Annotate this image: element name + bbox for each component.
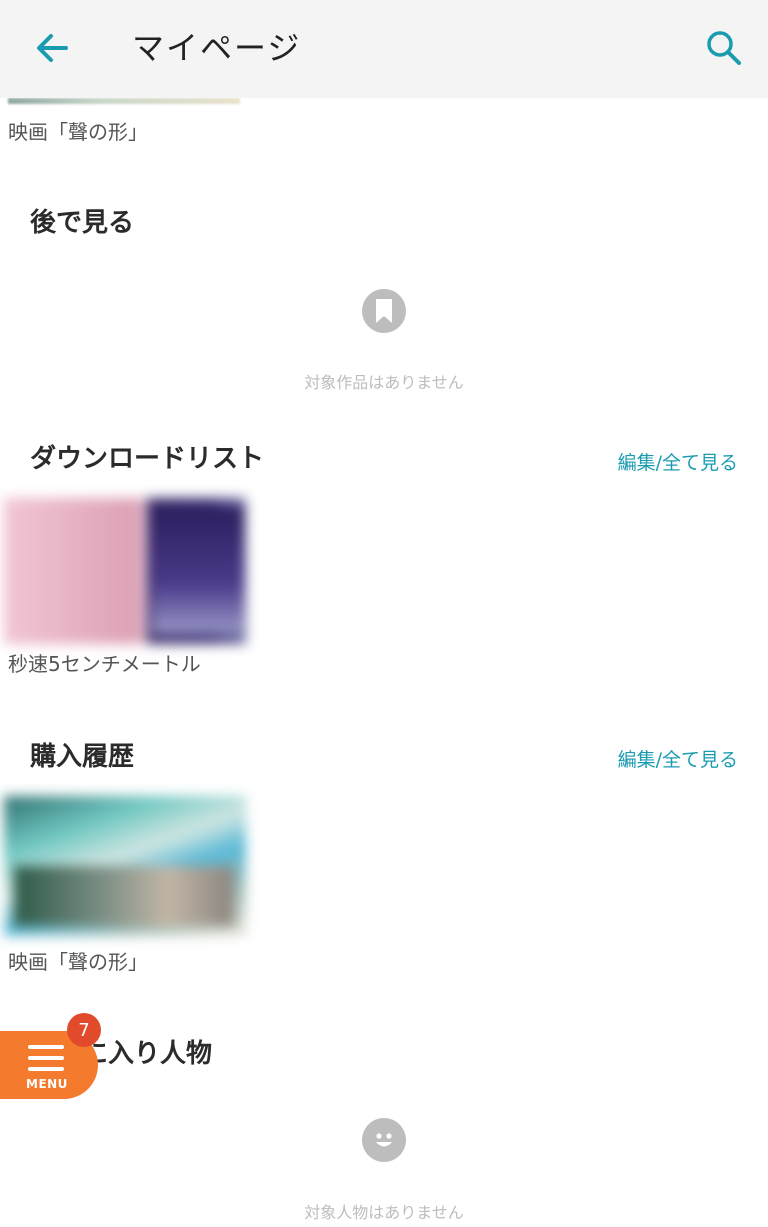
video-thumbnail[interactable]: [4, 498, 246, 644]
notification-badge: 7: [67, 1013, 101, 1047]
section-title-download-list: ダウンロードリスト: [30, 444, 265, 474]
video-thumbnail[interactable]: [4, 796, 246, 936]
page-title: マイページ: [132, 29, 302, 67]
back-button[interactable]: [28, 24, 76, 72]
video-thumbnail[interactable]: [8, 98, 240, 104]
video-title[interactable]: 映画「聲の形」: [8, 116, 148, 145]
search-icon: [707, 31, 741, 65]
download-list-edit-link[interactable]: 編集/全て見る: [618, 448, 738, 475]
empty-state-text: 対象作品はありません: [304, 373, 464, 392]
purchase-history-edit-link[interactable]: 編集/全て見る: [618, 745, 738, 772]
bookmark-icon: [362, 289, 406, 333]
app-bar: マイページ: [0, 0, 768, 98]
smiley-icon: [362, 1118, 406, 1162]
empty-state-text: 対象人物はありません: [304, 1203, 464, 1222]
section-title-purchase-history: 購入履歴: [30, 742, 135, 772]
arrow-left-icon: [37, 34, 68, 62]
menu-label: MENU: [26, 1077, 68, 1091]
hamburger-icon: [28, 1045, 64, 1078]
section-title-watch-later: 後で見る: [30, 208, 135, 238]
video-title[interactable]: 映画「聲の形」: [8, 946, 148, 975]
video-title[interactable]: 秒速5センチメートル: [8, 648, 201, 677]
search-button[interactable]: [700, 24, 748, 72]
